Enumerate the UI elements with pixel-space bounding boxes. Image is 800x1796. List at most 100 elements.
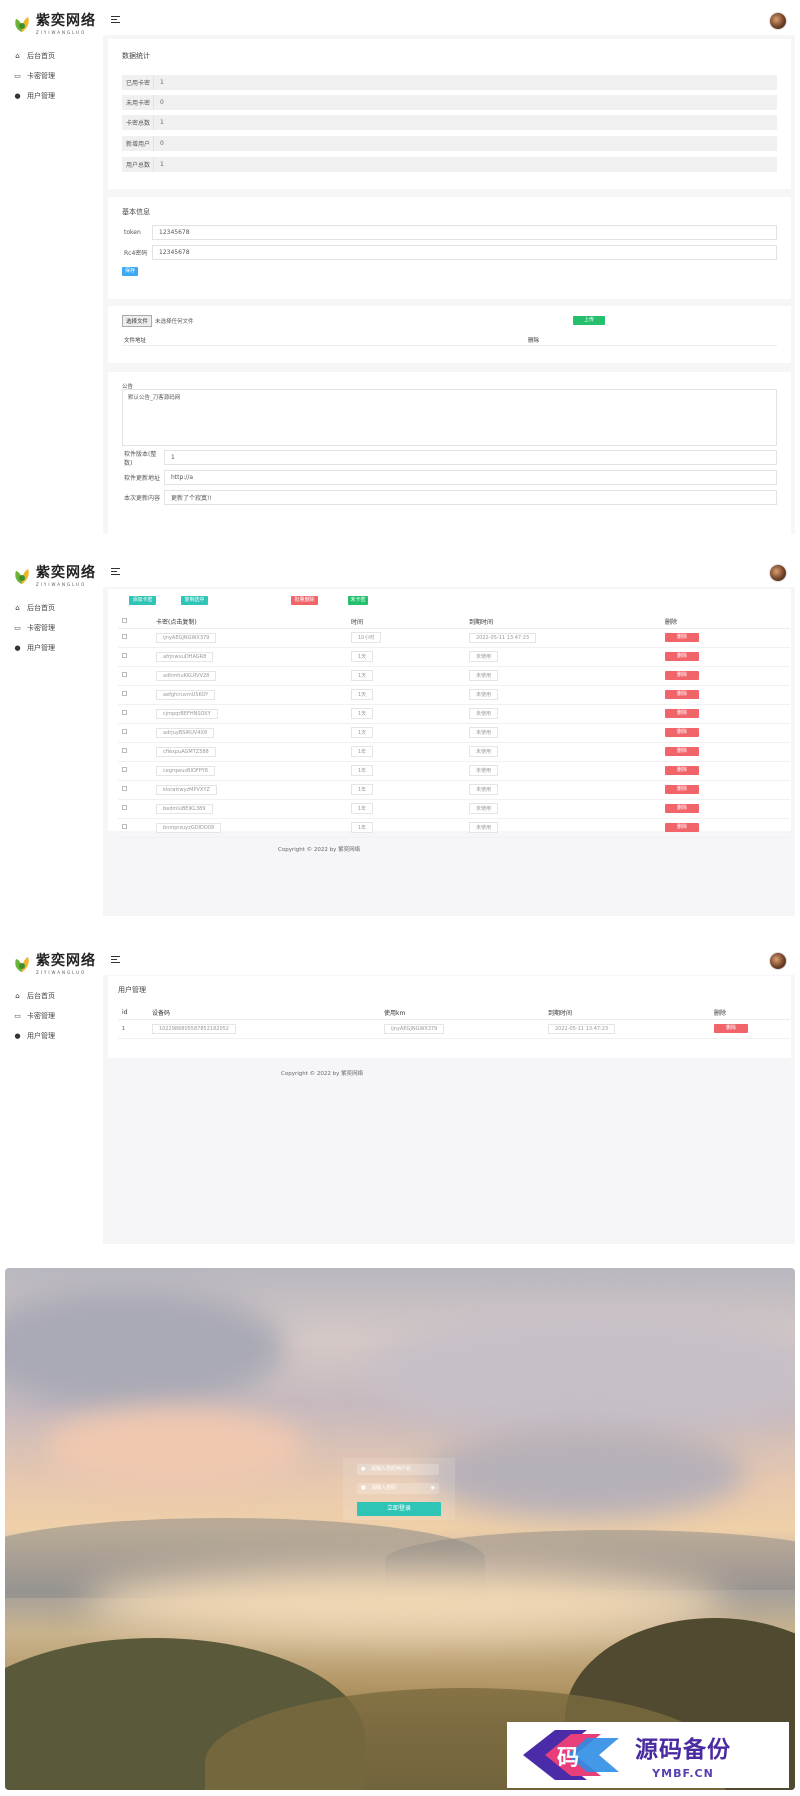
sidebar-item-label: 卡密管理 — [27, 1012, 55, 1020]
card-expire: 未使用 — [469, 651, 499, 662]
delete-card-button[interactable]: 删除 — [665, 804, 699, 813]
row-checkbox[interactable] — [122, 691, 127, 696]
card-code[interactable]: adhmhuKKLRVV28 — [156, 670, 217, 681]
card-code[interactable]: afrjnwuuDHAGR8 — [156, 651, 214, 662]
avatar[interactable] — [769, 952, 787, 970]
menu-toggle-icon[interactable] — [111, 16, 120, 23]
sidebar-item-users[interactable]: ● 用户管理 — [5, 638, 103, 658]
row-checkbox[interactable] — [122, 672, 127, 677]
update-url-input[interactable]: http://a — [164, 470, 777, 485]
row-checkbox[interactable] — [122, 805, 127, 810]
row-checkbox[interactable] — [122, 786, 127, 791]
row-checkbox[interactable] — [122, 729, 127, 734]
username-input[interactable]: ● 请输入您的用户名 — [357, 1464, 439, 1475]
card-code[interactable]: aefghiruvmUSKOY — [156, 689, 216, 700]
stat-row: 新增用户 0 — [122, 136, 777, 151]
sidebar-item-users[interactable]: ● 用户管理 — [5, 86, 103, 106]
token-input[interactable]: 12345678 — [152, 225, 777, 240]
row-checkbox[interactable] — [122, 748, 127, 753]
sidebar-item-home[interactable]: ⌂ 后台首页 — [5, 46, 103, 66]
users-table: id 设备码 使用km 到期时间 删除 1 102298680558785218… — [118, 1006, 790, 1039]
rc4-label: Rc4密码 — [124, 250, 148, 257]
card-code[interactable]: bedmluBEIKL389 — [156, 803, 213, 814]
stat-row: 用户总数 1 — [122, 157, 777, 172]
avatar[interactable] — [769, 564, 787, 582]
delete-card-button[interactable]: 删除 — [665, 652, 699, 661]
delete-card-button[interactable]: 删除 — [665, 690, 699, 699]
card-code[interactable]: cegrqwuzBIOFPY8 — [156, 765, 215, 776]
delete-card-button[interactable]: 删除 — [665, 766, 699, 775]
sidebar-item-home[interactable]: ⌂ 后台首页 — [5, 598, 103, 618]
row-checkbox[interactable] — [122, 653, 127, 658]
delete-card-button[interactable]: 删除 — [665, 709, 699, 718]
save-button[interactable]: 保存 — [122, 267, 138, 276]
sidebar-item-label: 用户管理 — [27, 1032, 55, 1040]
card-duration: 1天 — [351, 708, 374, 719]
upload-button[interactable]: 上传 — [573, 316, 605, 325]
brand-logo: 紫奕网络 ZIYIWANGLUO — [5, 944, 103, 984]
sidebar-item-cards[interactable]: ▭ 卡密管理 — [5, 66, 103, 86]
table-row: kloratrwyzMPVXYZ 1年 未使用 删除 — [118, 780, 790, 800]
users-title: 用户管理 — [118, 986, 146, 994]
card-code[interactable]: ijnyAEGJNGWX379 — [156, 632, 217, 643]
choose-file-button[interactable]: 选择文件 — [122, 315, 153, 327]
sidebar: 紫奕网络 ZIYIWANGLUO ⌂ 后台首页 ▭ 卡密管理 ● 用户管理 — [5, 944, 103, 1244]
card-expire: 未使用 — [469, 746, 499, 757]
table-row: cegrqwuzBIOFPY8 1年 未使用 删除 — [118, 761, 790, 781]
column-header: 卡密(点击复制) — [156, 615, 351, 629]
table-row: adhmhuKKLRVV28 1天 未使用 删除 — [118, 666, 790, 686]
unused-cards-button[interactable]: 未卡密 — [348, 596, 368, 605]
user-icon: ● — [361, 1466, 366, 1472]
login-button[interactable]: 立即登录 — [357, 1502, 441, 1516]
brand-name: 紫奕网络 — [36, 952, 96, 969]
basic-info-card: 基本信息 token 12345678 Rc4密码 12345678 保存 — [108, 197, 791, 299]
menu-toggle-icon[interactable] — [111, 568, 120, 575]
delete-card-button[interactable]: 删除 — [665, 728, 699, 737]
sidebar-item-cards[interactable]: ▭ 卡密管理 — [5, 618, 103, 638]
delete-card-button[interactable]: 删除 — [665, 747, 699, 756]
delete-card-button[interactable]: 删除 — [665, 633, 699, 642]
row-checkbox[interactable] — [122, 710, 127, 715]
card-icon: ▭ — [14, 1011, 21, 1020]
sidebar-item-cards[interactable]: ▭ 卡密管理 — [5, 1006, 103, 1026]
card-code[interactable]: cflexpuAGMTZ588 — [156, 746, 216, 757]
delete-card-button[interactable]: 删除 — [665, 785, 699, 794]
used-card-code: ijnyAEGJNGWX379 — [384, 1023, 445, 1034]
table-row: adrjuyBSIRUV4X8 1天 未使用 删除 — [118, 723, 790, 743]
update-content-input[interactable]: 更新了个寂寞!! — [164, 490, 777, 505]
card-code[interactable]: cjmpqrBEFHNSOXY — [156, 708, 218, 719]
row-checkbox[interactable] — [122, 767, 127, 772]
login-screen: ● 请输入您的用户名 ■ 请输入密码 ◉ 立即登录 — [5, 1268, 795, 1790]
add-card-button[interactable]: 添加卡密 — [129, 596, 156, 605]
version-input[interactable]: 1 — [164, 450, 777, 465]
stat-row: 未用卡密 0 — [122, 95, 777, 110]
eye-icon[interactable]: ◉ — [431, 1483, 435, 1494]
avatar[interactable] — [769, 12, 787, 30]
brand-subtitle: ZIYIWANGLUO — [36, 29, 87, 35]
delete-user-button[interactable]: 删除 — [714, 1024, 748, 1033]
stat-row: 已用卡密 1 — [122, 75, 777, 90]
card-code[interactable]: adrjuyBSIRUV4X8 — [156, 727, 215, 738]
brand-logo: 紫奕网络 ZIYIWANGLUO — [5, 556, 103, 596]
row-checkbox[interactable] — [122, 634, 127, 639]
sidebar-item-users[interactable]: ● 用户管理 — [5, 1026, 103, 1046]
delete-card-button[interactable]: 删除 — [665, 671, 699, 680]
copy-selected-button[interactable]: 复制选中 — [181, 596, 208, 605]
sidebar-item-home[interactable]: ⌂ 后台首页 — [5, 986, 103, 1006]
rc4-input[interactable]: 12345678 — [152, 245, 777, 260]
user-icon: ● — [14, 91, 21, 100]
version-label: 软件版本(整数) — [124, 450, 157, 467]
card-code[interactable]: kloratrwyzMPVXYZ — [156, 784, 217, 795]
password-input[interactable]: ■ 请输入密码 ◉ — [357, 1483, 439, 1494]
lock-icon: ■ — [361, 1485, 366, 1491]
column-header: 到期时间 — [469, 615, 665, 629]
notice-textarea[interactable]: 默认公告_刀客源码网 — [122, 389, 777, 446]
select-all-checkbox[interactable] — [122, 617, 127, 623]
menu-toggle-icon[interactable] — [111, 956, 120, 963]
watermark-text-en: YMBF.CN — [652, 1767, 714, 1780]
delete-card-button[interactable]: 删除 — [665, 823, 699, 832]
batch-delete-button[interactable]: 批量删除 — [291, 596, 318, 605]
card-code[interactable]: bnmprzuyzGDIDO08 — [156, 822, 222, 833]
row-checkbox[interactable] — [122, 824, 127, 829]
sidebar-item-label: 后台首页 — [27, 604, 55, 612]
